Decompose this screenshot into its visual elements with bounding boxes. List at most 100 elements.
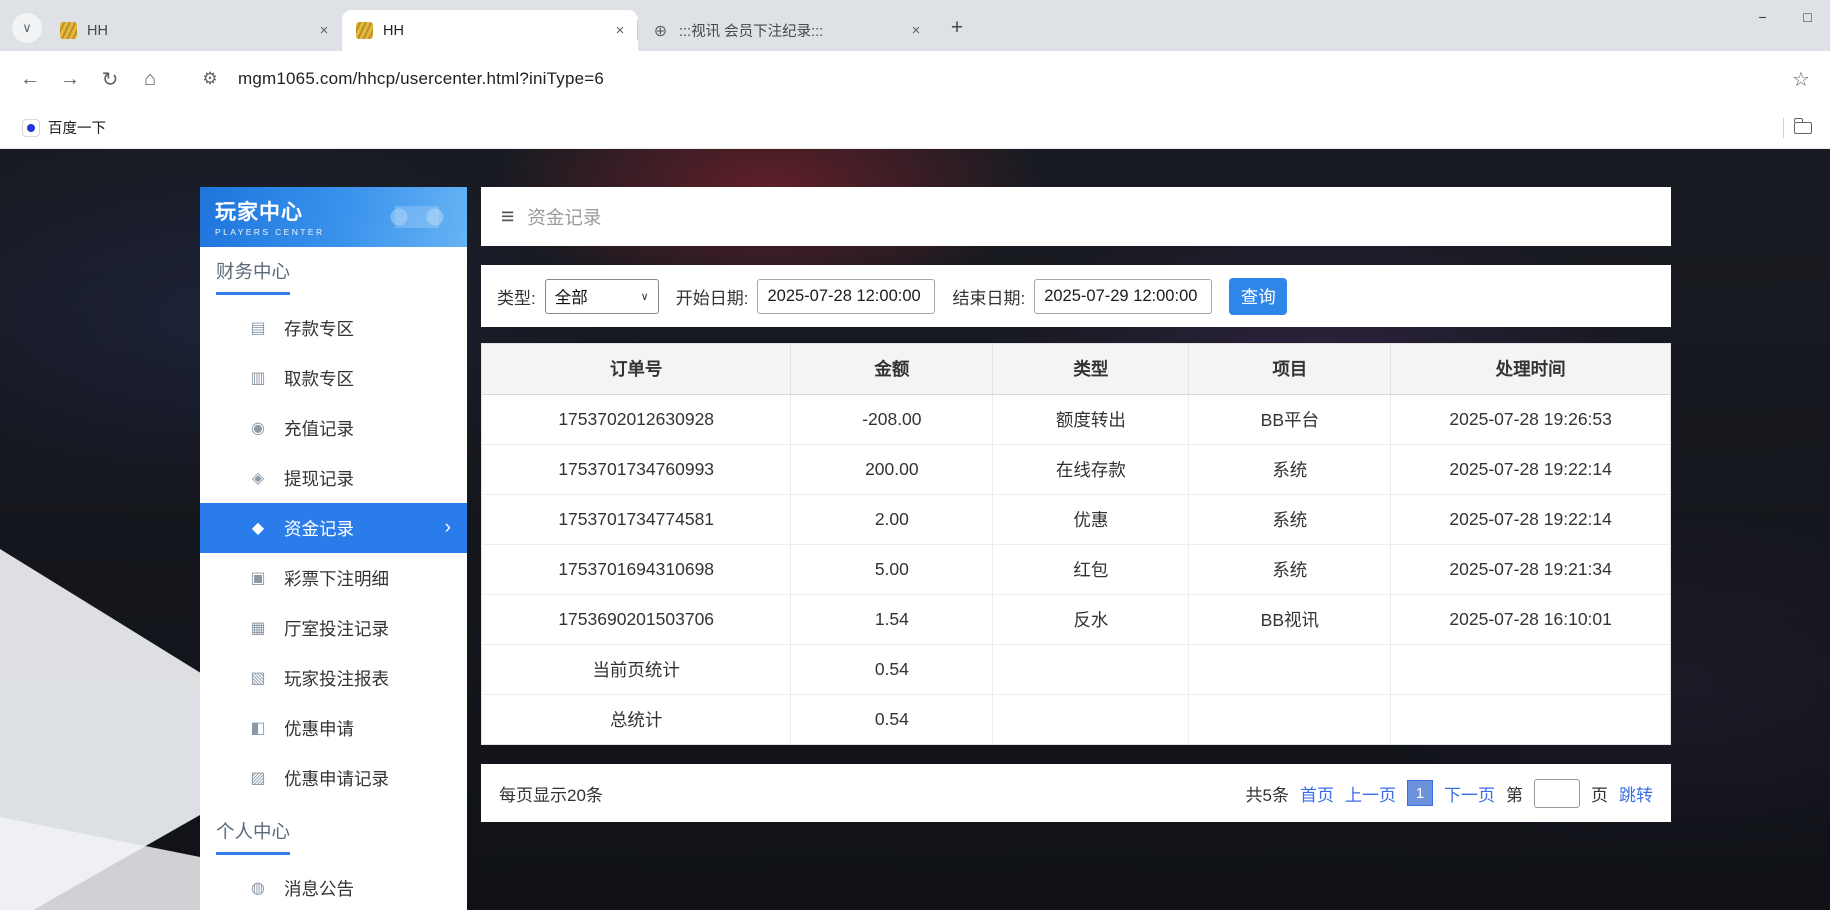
tab-label: HH xyxy=(383,23,610,39)
new-tab-button[interactable]: + xyxy=(942,13,972,43)
promo-icon: ◧ xyxy=(248,718,268,738)
table-cell: BB平台 xyxy=(1189,394,1391,444)
sidebar-item-label: 提现记录 xyxy=(284,466,354,491)
table-cell: 1753701734774581 xyxy=(482,494,791,544)
table-cell: 系统 xyxy=(1189,544,1391,594)
type-label: 类型: xyxy=(497,284,536,309)
table-cell: 0.54 xyxy=(791,644,993,694)
first-page-link[interactable]: 首页 xyxy=(1300,781,1334,806)
withdraw-icon: ▥ xyxy=(248,368,268,388)
column-header-type: 类型 xyxy=(993,344,1189,394)
table-row: 1753702012630928 -208.00 额度转出 BB平台 2025-… xyxy=(482,394,1670,444)
tab-label: :::视讯 会员下注纪录::: xyxy=(679,20,906,41)
type-select[interactable]: 全部 ∨ xyxy=(545,279,659,314)
section-underline xyxy=(216,292,290,295)
table-cell xyxy=(993,694,1189,744)
pagination-bar: 每页显示20条 共5条 首页 上一页 1 下一页 第 页 跳转 xyxy=(481,764,1671,822)
funds-record-table-card: 订单号 金额 类型 项目 处理时间 1753702012630928 -208.… xyxy=(481,343,1671,745)
start-date-input[interactable] xyxy=(757,279,935,314)
table-cell xyxy=(1391,694,1670,744)
tab-close-icon[interactable]: × xyxy=(906,21,926,41)
table-cell: 反水 xyxy=(993,594,1189,644)
current-page-indicator[interactable]: 1 xyxy=(1407,780,1433,806)
page-background: 玩家中心 PLAYERS CENTER 财务中心 ▤ 存款专区 ▥ 取款专区 ◉… xyxy=(0,149,1830,910)
sidebar-item-label: 优惠申请记录 xyxy=(284,766,389,791)
sidebar-item-recharge-record[interactable]: ◉ 充值记录 xyxy=(200,403,467,453)
address-bar[interactable]: mgm1065.com/hhcp/usercenter.html?iniType… xyxy=(238,69,1780,89)
next-page-link[interactable]: 下一页 xyxy=(1444,781,1495,806)
table-cell: 0.54 xyxy=(791,694,993,744)
tab-video-records[interactable]: ⊕ :::视讯 会员下注纪录::: × xyxy=(638,10,934,51)
tab-hh-2-active[interactable]: HH × xyxy=(342,10,638,51)
globe-icon: ⊕ xyxy=(652,22,669,39)
page-header-card: ≡ 资金记录 xyxy=(481,187,1671,246)
site-info-icon[interactable]: ⚙ xyxy=(194,63,226,95)
table-row: 1753701694310698 5.00 红包 系统 2025-07-28 1… xyxy=(482,544,1670,594)
tab-separator xyxy=(637,20,638,40)
filter-bar: 类型: 全部 ∨ 开始日期: 结束日期: 查询 xyxy=(481,265,1671,327)
table-cell: 1753701734760993 xyxy=(482,444,791,494)
table-cell: BB视讯 xyxy=(1189,594,1391,644)
maximize-button[interactable]: □ xyxy=(1785,0,1830,33)
other-bookmarks-folder-icon[interactable] xyxy=(1794,122,1812,134)
table-cell: 系统 xyxy=(1189,494,1391,544)
table-cell: 1753701694310698 xyxy=(482,544,791,594)
reload-button[interactable]: ↻ xyxy=(92,61,128,97)
sidebar-item-withdraw[interactable]: ▥ 取款专区 xyxy=(200,353,467,403)
sidebar-item-label: 消息公告 xyxy=(284,876,354,901)
baidu-favicon xyxy=(22,119,40,137)
table-cell: 1753702012630928 xyxy=(482,394,791,444)
home-button[interactable]: ⌂ xyxy=(132,61,168,97)
search-button[interactable]: 查询 xyxy=(1229,278,1287,315)
tab-search-button[interactable]: ∨ xyxy=(12,13,42,43)
sidebar-item-label: 厅室投注记录 xyxy=(284,616,389,641)
promo-record-icon: ▨ xyxy=(248,768,268,788)
table-cell: 总统计 xyxy=(482,694,791,744)
sidebar-item-message-notice[interactable]: ◍ 消息公告 xyxy=(200,863,467,910)
page-jump-input[interactable] xyxy=(1534,779,1580,808)
sidebar-item-player-bet-report[interactable]: ▧ 玩家投注报表 xyxy=(200,653,467,703)
type-select-value: 全部 xyxy=(555,284,588,308)
tab-strip: ∨ HH × HH × ⊕ :::视讯 会员下注纪录::: × + − □ xyxy=(0,0,1830,51)
menu-burger-icon[interactable]: ≡ xyxy=(501,205,514,228)
bookmark-star-icon[interactable]: ☆ xyxy=(1784,62,1818,96)
table-cell: 优惠 xyxy=(993,494,1189,544)
lottery-icon: ▣ xyxy=(248,568,268,588)
forward-button[interactable]: → xyxy=(52,61,88,97)
table-header-row: 订单号 金额 类型 项目 处理时间 xyxy=(482,344,1670,394)
sidebar-item-label: 充值记录 xyxy=(284,416,354,441)
table-row: 1753701734760993 200.00 在线存款 系统 2025-07-… xyxy=(482,444,1670,494)
table-cell: 2025-07-28 19:22:14 xyxy=(1391,444,1670,494)
end-date-input[interactable] xyxy=(1034,279,1212,314)
table-cell: 2025-07-28 19:22:14 xyxy=(1391,494,1670,544)
table-cell xyxy=(1391,644,1670,694)
sidebar-item-funds-record[interactable]: ◆ 资金记录 › xyxy=(200,503,467,553)
sidebar-item-hall-bet-record[interactable]: ▦ 厅室投注记录 xyxy=(200,603,467,653)
tab-close-icon[interactable]: × xyxy=(314,21,334,41)
sidebar-item-deposit[interactable]: ▤ 存款专区 xyxy=(200,303,467,353)
sidebar-gap xyxy=(200,803,467,819)
prev-page-link[interactable]: 上一页 xyxy=(1345,781,1396,806)
minimize-button[interactable]: − xyxy=(1740,0,1785,33)
sidebar-item-lottery-bet-detail[interactable]: ▣ 彩票下注明细 xyxy=(200,553,467,603)
bookmark-baidu[interactable]: 百度一下 xyxy=(14,113,114,142)
sidebar-body: 财务中心 ▤ 存款专区 ▥ 取款专区 ◉ 充值记录 ◈ 提现记录 ◆ 资金记录 … xyxy=(200,247,467,910)
back-button[interactable]: ← xyxy=(12,61,48,97)
sidebar-item-withdrawal-record[interactable]: ◈ 提现记录 xyxy=(200,453,467,503)
total-count-text: 共5条 xyxy=(1246,781,1289,806)
table-cell: 额度转出 xyxy=(993,394,1189,444)
message-icon: ◍ xyxy=(248,878,268,898)
table-cell: 2025-07-28 19:26:53 xyxy=(1391,394,1670,444)
sidebar-item-promo-apply-record[interactable]: ▨ 优惠申请记录 xyxy=(200,753,467,803)
section-underline xyxy=(216,852,290,855)
jump-button[interactable]: 跳转 xyxy=(1619,781,1653,806)
sidebar-item-promo-apply[interactable]: ◧ 优惠申请 xyxy=(200,703,467,753)
sidebar-item-label: 玩家投注报表 xyxy=(284,666,389,691)
tab-hh-1[interactable]: HH × xyxy=(46,10,342,51)
table-row-total-summary: 总统计 0.54 xyxy=(482,694,1670,744)
chevron-right-icon: › xyxy=(445,517,451,539)
table-cell: 2025-07-28 16:10:01 xyxy=(1391,594,1670,644)
tab-close-icon[interactable]: × xyxy=(610,21,630,41)
withdrawal-icon: ◈ xyxy=(248,468,268,488)
table-cell: 红包 xyxy=(993,544,1189,594)
